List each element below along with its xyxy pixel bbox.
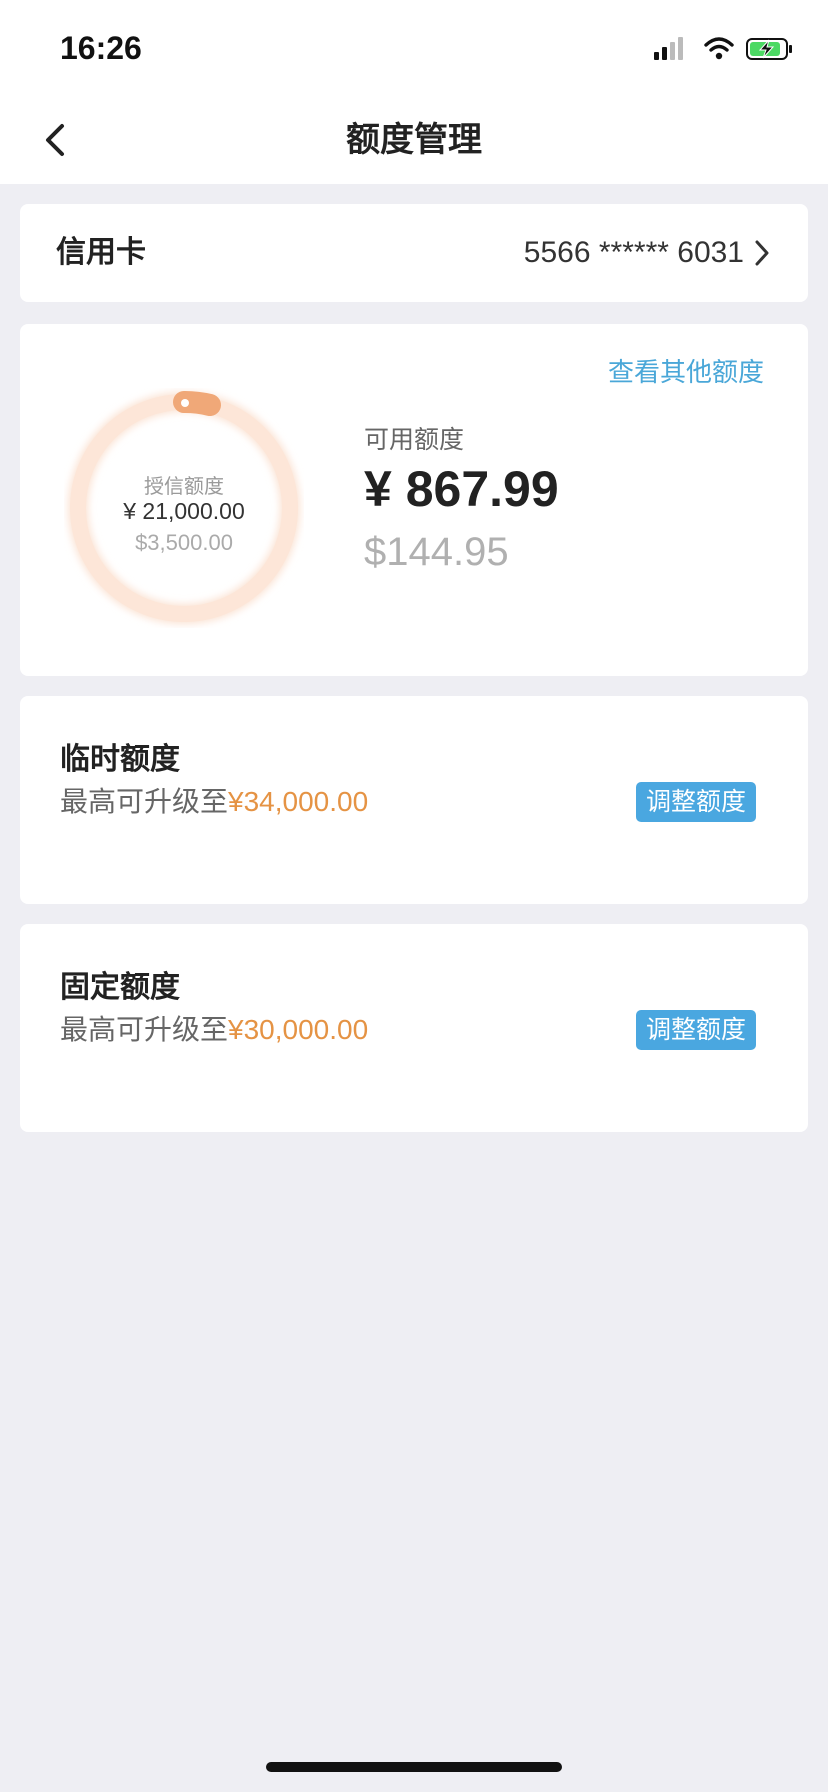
chevron-left-icon: [46, 124, 64, 156]
status-icons-svg: [654, 37, 792, 60]
temporary-limit-card: 临时额度 最高可升级至¥34,000.00 调整额度: [20, 696, 808, 904]
cellular-signal-icon: [654, 37, 683, 60]
home-indicator[interactable]: [266, 1762, 562, 1772]
battery-charging-icon: [746, 38, 792, 60]
wifi-icon: [704, 37, 734, 60]
adjust-temporary-limit-button[interactable]: 调整额度: [635, 782, 756, 822]
available-limit-cny: ¥ 867.99: [364, 461, 559, 517]
status-time: 16:26: [60, 30, 142, 66]
temporary-limit-max-amount: ¥34,000.00: [228, 786, 369, 817]
credit-limit-label: 授信额度: [144, 474, 224, 498]
credit-card-selector[interactable]: 信用卡 5566 ****** 6031: [20, 204, 808, 302]
limit-overview-card: 查看其他额度 授信额度 ¥ 21,000.00 $3,500.00 可用额度 ¥…: [20, 324, 808, 676]
card-type-label: 信用卡: [56, 235, 146, 270]
available-limit-usd: $144.95: [364, 530, 509, 574]
nav-bar: 额度管理: [0, 96, 828, 184]
chevron-right-icon: [746, 237, 778, 269]
card-number: 5566 ****** 6031: [523, 236, 744, 269]
available-limit-label: 可用额度: [364, 425, 465, 454]
credit-limit-cny: ¥ 21,000.00: [123, 498, 245, 524]
temporary-limit-desc: 最高可升级至¥34,000.00: [60, 780, 368, 820]
fixed-limit-card: 固定额度 最高可升级至¥30,000.00 调整额度: [20, 924, 808, 1132]
back-button[interactable]: [30, 114, 82, 166]
fixed-limit-title: 固定额度: [60, 970, 180, 1005]
status-icons: [654, 36, 794, 62]
fixed-limit-desc-prefix: 最高可升级至: [60, 1013, 229, 1046]
temporary-limit-title: 临时额度: [60, 742, 180, 777]
fixed-limit-max-amount: ¥30,000.00: [228, 1014, 369, 1045]
credit-limit-usd: $3,500.00: [135, 530, 233, 555]
ring-center-text: 授信额度 ¥ 21,000.00 $3,500.00: [64, 388, 304, 628]
temporary-limit-desc-prefix: 最高可升级至: [60, 785, 229, 818]
view-other-limits-link[interactable]: 查看其他额度: [608, 352, 764, 389]
adjust-fixed-limit-button[interactable]: 调整额度: [635, 1010, 756, 1050]
fixed-limit-desc: 最高可升级至¥30,000.00: [60, 1008, 368, 1048]
status-bar: 16:26: [0, 0, 828, 96]
page-title: 额度管理: [346, 120, 482, 160]
credit-limit-ring: 授信额度 ¥ 21,000.00 $3,500.00: [64, 388, 304, 628]
